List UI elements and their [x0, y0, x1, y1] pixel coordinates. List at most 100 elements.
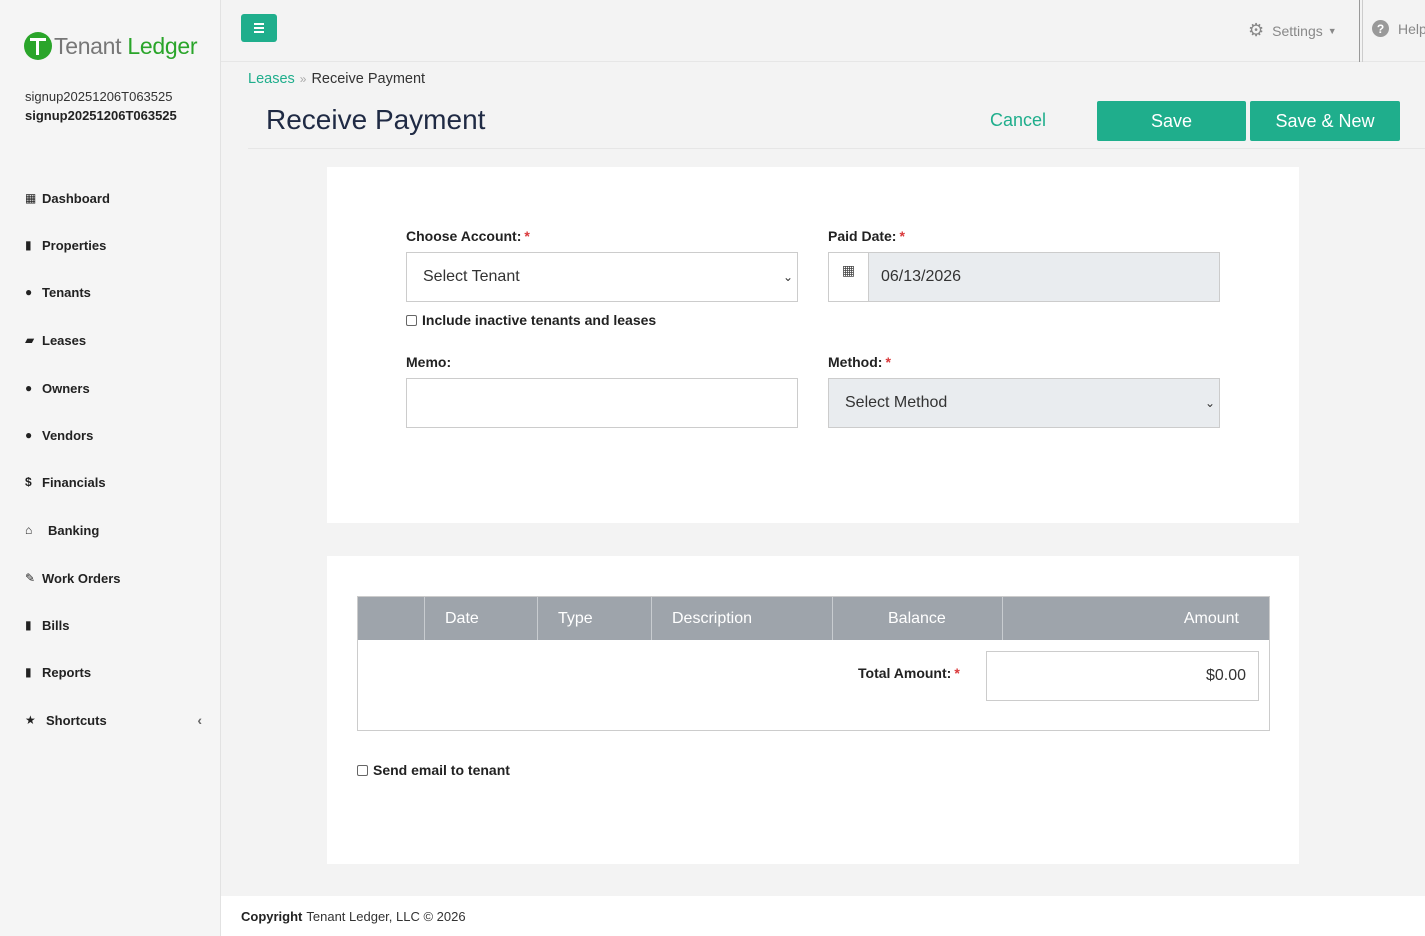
brand-logo[interactable]: Tenant Ledger	[24, 32, 197, 60]
sidebar-item-label: Leases	[42, 332, 87, 348]
cancel-button[interactable]: Cancel	[990, 110, 1046, 131]
required-marker: *	[885, 354, 891, 370]
method-select[interactable]: Select Method ⌄	[828, 378, 1220, 428]
user-account-name: signup20251206T063525	[25, 89, 173, 104]
question-circle-icon: ?	[1372, 20, 1389, 37]
send-email-label: Send email to tenant	[373, 762, 510, 778]
folder-open-icon: ▰	[25, 333, 35, 347]
chevron-down-icon: ⌄	[1204, 396, 1215, 410]
dashboard-icon: ▦	[25, 191, 37, 205]
star-icon: ★	[25, 713, 36, 727]
sidebar-item-tenants[interactable]: ● Tenants	[25, 280, 210, 304]
sidebar-item-label: Banking	[48, 522, 100, 538]
sidebar-item-label: Vendors	[42, 427, 94, 443]
sidebar-item-label: Work Orders	[42, 570, 121, 586]
paid-date-input[interactable]: 06/13/2026	[869, 252, 1220, 302]
include-inactive-checkbox[interactable]	[406, 314, 417, 326]
sidebar-item-label: Tenants	[42, 284, 91, 300]
payment-form-card: Choose Account: * Select Tenant ⌄ Include…	[327, 167, 1299, 523]
column-header-type[interactable]: Type	[538, 597, 652, 640]
logo-text-tenant: Tenant	[54, 32, 122, 59]
sidebar-item-owners[interactable]: ● Owners	[25, 376, 210, 400]
sidebar-item-financials[interactable]: $ Financials	[25, 470, 210, 494]
required-marker: *	[954, 665, 960, 681]
logo-icon	[24, 32, 52, 60]
sidebar-item-vendors[interactable]: ● Vendors	[25, 423, 210, 447]
payment-allocation-card: Date Type Description Balance Amount Tot…	[327, 556, 1299, 864]
bank-icon: ⌂	[25, 523, 33, 537]
sidebar-item-label: Reports	[42, 664, 92, 680]
hamburger-icon	[254, 23, 264, 25]
users-icon: ●	[25, 381, 33, 395]
sidebar-item-properties[interactable]: ▮ Properties	[25, 233, 210, 257]
column-header-balance[interactable]: Balance	[833, 597, 1003, 640]
sidebar-item-dashboard[interactable]: ▦ Dashboard	[25, 186, 210, 210]
chevron-left-icon: ‹	[197, 712, 202, 728]
sidebar-item-leases[interactable]: ▰ Leases	[25, 328, 210, 352]
account-label: Choose Account: *	[406, 228, 530, 244]
calendar-icon[interactable]: ▦	[828, 252, 869, 302]
topbar: ⚙ Settings ▼ ? Help	[221, 0, 1425, 62]
sidebar-item-label: Dashboard	[42, 190, 110, 206]
users-icon: ●	[25, 428, 33, 442]
topbar-divider	[1359, 0, 1363, 62]
page-title: Receive Payment	[266, 104, 486, 135]
footer: Copyright Tenant Ledger, LLC © 2026	[221, 896, 1425, 936]
send-email-checkbox[interactable]	[357, 764, 368, 776]
help-menu[interactable]: ? Help	[1372, 20, 1425, 37]
sidebar-item-reports[interactable]: ▮ Reports	[25, 660, 210, 684]
required-marker: *	[524, 228, 530, 244]
sidebar-toggle-button[interactable]	[241, 14, 277, 42]
settings-menu[interactable]: ⚙ Settings ▼	[1248, 20, 1337, 41]
sidebar-item-banking[interactable]: ⌂ Banking	[25, 518, 210, 542]
required-marker: *	[899, 228, 905, 244]
account-select[interactable]: Select Tenant ⌄	[406, 252, 798, 302]
header-divider	[248, 148, 1425, 149]
paid-date-label: Paid Date: *	[828, 228, 905, 244]
user-icon: ●	[25, 285, 33, 299]
copyright-text: Tenant Ledger, LLC © 2026	[306, 908, 466, 924]
edit-icon: ✎	[25, 571, 36, 585]
user-display-name: signup20251206T063525	[25, 108, 177, 123]
help-label: Help	[1398, 20, 1425, 37]
sidebar-item-shortcuts[interactable]: ★ Shortcuts ‹	[25, 708, 210, 732]
sidebar-item-label: Shortcuts	[46, 712, 107, 728]
column-header-amount[interactable]: Amount	[1003, 597, 1269, 640]
memo-label: Memo:	[406, 354, 452, 370]
sidebar-item-work-orders[interactable]: ✎ Work Orders	[25, 566, 210, 590]
breadcrumb: Leases » Receive Payment	[248, 71, 425, 87]
file-icon: ▮	[25, 618, 32, 632]
settings-label: Settings	[1272, 22, 1323, 39]
account-select-value: Select Tenant	[423, 268, 520, 285]
logo-text-ledger: Ledger	[127, 32, 198, 59]
breadcrumb-current: Receive Payment	[311, 71, 426, 87]
total-amount-input[interactable]: $0.00	[986, 651, 1259, 701]
memo-input[interactable]	[406, 378, 798, 428]
sidebar-item-label: Bills	[42, 617, 70, 633]
column-header-description[interactable]: Description	[652, 597, 833, 640]
send-email-option[interactable]: Send email to tenant	[357, 762, 510, 778]
chevron-down-icon: ⌄	[782, 270, 793, 284]
sidebar-item-bills[interactable]: ▮ Bills	[25, 613, 210, 637]
save-and-new-button[interactable]: Save & New	[1250, 101, 1400, 141]
sidebar: Tenant Ledger signup20251206T063525 sign…	[0, 0, 221, 936]
method-select-value: Select Method	[845, 394, 948, 411]
sidebar-item-label: Owners	[42, 380, 90, 396]
building-icon: ▮	[25, 238, 32, 252]
method-label: Method: *	[828, 354, 891, 370]
dollar-icon: $	[25, 475, 32, 489]
table-header: Date Type Description Balance Amount	[358, 597, 1269, 640]
breadcrumb-leases-link[interactable]: Leases	[248, 71, 295, 87]
file-icon: ▮	[25, 665, 32, 679]
column-header-date[interactable]: Date	[425, 597, 538, 640]
include-inactive-option[interactable]: Include inactive tenants and leases	[406, 312, 656, 328]
gear-icon: ⚙	[1248, 20, 1265, 40]
sidebar-item-label: Properties	[42, 237, 107, 253]
charges-table: Date Type Description Balance Amount Tot…	[357, 596, 1270, 731]
copyright-label: Copyright	[241, 908, 303, 924]
total-amount-label: Total Amount: *	[858, 665, 960, 681]
paid-date-field: ▦ 06/13/2026	[828, 252, 1220, 302]
save-button[interactable]: Save	[1097, 101, 1246, 141]
caret-down-icon: ▼	[1327, 25, 1337, 36]
include-inactive-label: Include inactive tenants and leases	[422, 312, 657, 328]
